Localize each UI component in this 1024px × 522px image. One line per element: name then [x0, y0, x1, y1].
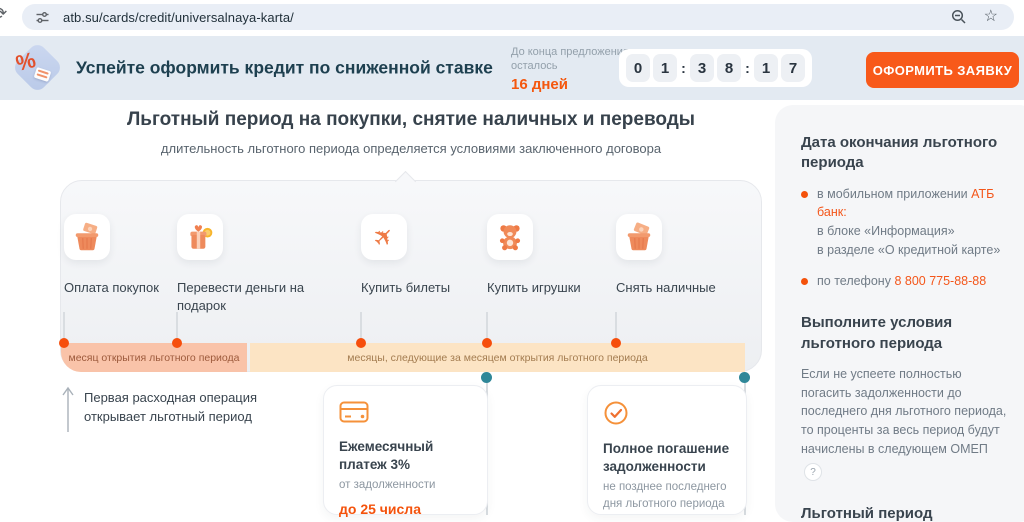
- banner-title: Успейте оформить кредит по сниженной ста…: [76, 58, 493, 79]
- timeline-label: Перевести деньги на подарок: [177, 279, 307, 315]
- timer-separator: :: [744, 60, 751, 76]
- payment-deadline: до 25 числа: [339, 501, 472, 517]
- help-icon[interactable]: ?: [804, 463, 822, 481]
- reload-icon[interactable]: ⟳: [0, 4, 7, 24]
- timeline-dot: [356, 338, 366, 348]
- timer-digit: 7: [781, 54, 805, 82]
- timer-digit: 8: [717, 54, 741, 82]
- tickets-tile: ✈: [361, 214, 407, 260]
- card-title: Ежемесячный платеж 3%: [339, 438, 472, 474]
- credit-card-icon: [339, 400, 369, 424]
- teddy-bear-icon: [495, 222, 525, 252]
- end-date-title: Дата окончания льготного периода: [801, 133, 1011, 174]
- cash-basket-icon: [624, 222, 654, 252]
- page: ⟳ atb.su/cards/credit/universalnaya-kart…: [0, 0, 1024, 522]
- conditions-paragraph: Если не успеете полностью погасить задол…: [801, 367, 1006, 456]
- bookmark-star-icon[interactable]: ☆: [984, 9, 998, 25]
- timeline-dot: [482, 338, 492, 348]
- purchases-tile: [64, 214, 110, 260]
- countdown-line1: До конца предложения: [511, 45, 629, 59]
- conditions-block: Выполните условия льготного периода Если…: [801, 313, 1011, 481]
- bullet-text: по телефону: [817, 274, 891, 288]
- monthly-payment-card: Ежемесячный платеж 3% от задолженности д…: [323, 385, 488, 515]
- first-operation-note: Первая расходная операция открывает льго…: [84, 389, 299, 427]
- toys-tile: [487, 214, 533, 260]
- bullet-line2: в блоке «Информация»: [817, 222, 1011, 241]
- grace-period-title: Льготный период: [801, 504, 1011, 522]
- grace-period-block: Льготный период Новый льготный период на…: [801, 504, 1011, 522]
- end-date-bullet-app: в мобильном приложении АТБ банк: в блоке…: [801, 185, 1011, 260]
- timeline-label: Купить игрушки: [487, 279, 627, 297]
- full-repayment-card: Полное погашение задолженности не поздне…: [587, 385, 747, 515]
- conditions-text: Если не успеете полностью погасить задол…: [801, 365, 1011, 481]
- promo-banner: % Успейте оформить кредит по сниженной с…: [0, 36, 1024, 100]
- timeline-label: Снять наличные: [616, 279, 756, 297]
- cash-withdrawal-tile: [616, 214, 662, 260]
- countdown-line2: осталось: [511, 59, 629, 73]
- card-subtitle: не позднее последнего дня льготного пери…: [603, 479, 731, 511]
- card-subtitle: от задолженности: [339, 477, 472, 493]
- site-settings-icon[interactable]: [35, 10, 50, 25]
- bullet-line3: в разделе «О кредитной карте»: [817, 241, 1011, 260]
- countdown-days: 16 дней: [511, 76, 629, 93]
- airplane-icon: ✈: [368, 221, 400, 253]
- timer-digit: 3: [690, 54, 714, 82]
- up-arrow-icon: [60, 385, 76, 435]
- address-bar-actions: ☆: [951, 4, 998, 30]
- browser-toolbar: ⟳ atb.su/cards/credit/universalnaya-kart…: [0, 0, 1024, 33]
- apply-button[interactable]: ОФОРМИТЬ ЗАЯВКУ: [866, 52, 1019, 88]
- timeline-dot: [59, 338, 69, 348]
- bullet-text: в мобильном приложении: [817, 187, 968, 201]
- address-bar[interactable]: atb.su/cards/credit/universalnaya-karta/…: [22, 4, 1014, 30]
- timer-digit: 1: [754, 54, 778, 82]
- timer-separator: :: [680, 60, 687, 76]
- countdown-block: До конца предложения осталось 16 дней: [511, 45, 629, 93]
- shopping-basket-icon: [72, 222, 102, 252]
- timeline-label: Купить билеты: [361, 279, 501, 297]
- conditions-title: Выполните условия льготного периода: [801, 313, 1011, 354]
- percent-promo-icon: %: [8, 39, 66, 97]
- bar-following-months: месяцы, следующие за месяцем открытия ль…: [250, 343, 745, 372]
- countdown-timer: 0 1 : 3 8 : 1 7: [619, 49, 812, 87]
- gift-transfer-tile: [177, 214, 223, 260]
- page-subtitle: длительность льготного периода определяе…: [60, 141, 762, 156]
- end-date-block: Дата окончания льготного периода в мобил…: [801, 133, 1011, 290]
- check-circle-icon: [603, 400, 629, 426]
- info-sidebar: Дата окончания льготного периода в мобил…: [775, 105, 1024, 522]
- card-title: Полное погашение задолженности: [603, 440, 731, 476]
- phone-number-link[interactable]: 8 800 775-88-88: [894, 274, 986, 288]
- timeline-label: Оплата покупок: [64, 279, 164, 297]
- timeline-dot: [172, 338, 182, 348]
- page-title: Льготный период на покупки, снятие налич…: [60, 109, 762, 131]
- milestone-dot: [739, 372, 750, 383]
- timer-digit: 1: [653, 54, 677, 82]
- bar-opening-month: месяц открытия льготного периода: [61, 343, 247, 372]
- end-date-bullet-phone: по телефону 8 800 775-88-88: [801, 272, 1011, 291]
- gift-icon: [185, 222, 215, 252]
- timer-digit: 0: [626, 54, 650, 82]
- milestone-dot: [481, 372, 492, 383]
- url-text: atb.su/cards/credit/universalnaya-karta/: [63, 10, 294, 25]
- zoom-out-icon[interactable]: [951, 9, 967, 25]
- timeline-dot: [611, 338, 621, 348]
